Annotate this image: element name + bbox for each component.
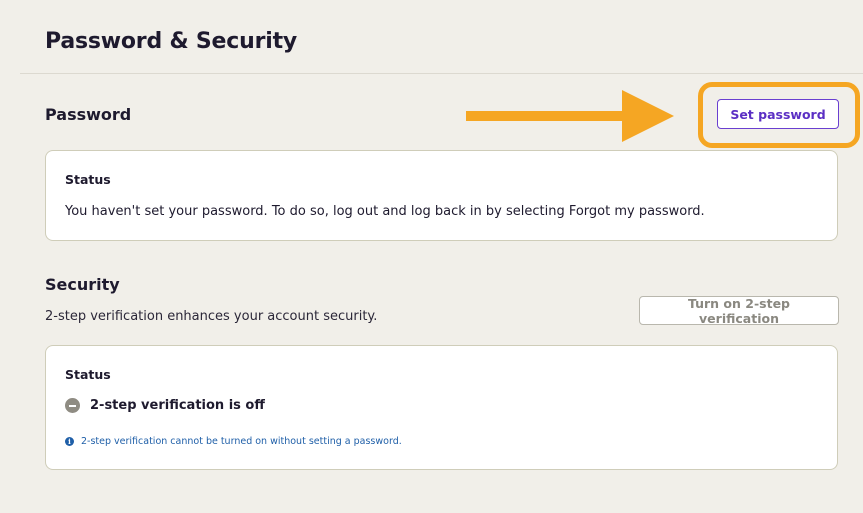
- info-icon: i: [65, 437, 74, 446]
- security-status-label: Status: [65, 367, 111, 382]
- 2sv-status-value: 2-step verification is off: [90, 398, 265, 413]
- security-heading: Security: [45, 275, 120, 294]
- turn-on-2sv-button[interactable]: Turn on 2-step verification: [639, 296, 839, 326]
- password-heading: Password: [45, 105, 132, 124]
- security-status-card: Status 2-step verification is off i 2-st…: [45, 345, 838, 470]
- password-status-label: Status: [65, 172, 111, 187]
- page-title: Password & Security: [45, 29, 298, 54]
- minus-circle-icon: [65, 398, 80, 413]
- 2sv-status-row: 2-step verification is off: [65, 398, 265, 413]
- set-password-button[interactable]: Set password: [717, 99, 839, 129]
- password-status-text: You haven't set your password. To do so,…: [65, 204, 705, 219]
- security-description: 2-step verification enhances your accoun…: [45, 309, 378, 324]
- annotation-arrow-icon: [466, 90, 674, 142]
- password-status-card: Status You haven't set your password. To…: [45, 150, 838, 241]
- 2sv-info-text: 2-step verification cannot be turned on …: [81, 436, 402, 447]
- header-divider: [20, 73, 863, 74]
- 2sv-info-row: i 2-step verification cannot be turned o…: [65, 436, 402, 447]
